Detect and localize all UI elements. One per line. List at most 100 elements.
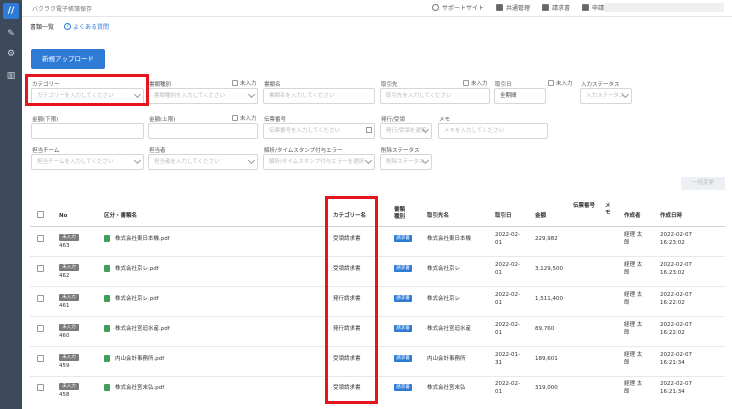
team-select[interactable]: 担当チームを入力してください xyxy=(31,154,144,170)
status-badge: 未入力 xyxy=(59,234,79,241)
doc-type-badge: 請求書 xyxy=(394,265,412,272)
doc-type-badge: 請求書 xyxy=(394,235,412,242)
row-checkbox[interactable] xyxy=(37,325,44,332)
pdf-file-icon xyxy=(104,384,110,391)
amount-cell: 3,129,500 xyxy=(535,266,563,272)
created-cell: 2022-02-07 16:21:34 xyxy=(660,381,692,395)
col-no[interactable]: No xyxy=(59,213,67,220)
trade-date-uninput-checkbox[interactable]: 未入力 xyxy=(548,79,573,87)
date-cell: 2022-02-01 xyxy=(495,322,520,336)
app-logo-icon[interactable]: // xyxy=(3,3,19,19)
trade-date-label: 取引日 xyxy=(495,82,512,88)
date-cell: 2022-02-01 xyxy=(495,232,520,246)
support-site-link[interactable]: サポートサイト xyxy=(432,3,484,12)
input-status-label: 入力ステータス xyxy=(581,82,620,88)
created-cell: 2022-02-07 16:23:02 xyxy=(660,232,692,246)
row-no: 461 xyxy=(59,303,70,309)
amount-uninput-checkbox[interactable]: 未入力 xyxy=(232,114,257,122)
timestamp-error-select[interactable]: 解析/タイムスタンプ付与エラーを選択 xyxy=(263,154,375,170)
file-name-link[interactable]: 株式会社京レ.pdf xyxy=(115,295,159,303)
amount-min-label: 金額(下限) xyxy=(32,117,59,123)
checkbox-icon xyxy=(548,80,554,86)
created-cell: 2022-02-07 16:22:02 xyxy=(660,322,692,336)
slip-no-input[interactable]: 伝票番号を入力してください xyxy=(263,123,375,139)
status-badge: 未入力 xyxy=(59,294,79,301)
col-doc-type[interactable]: 書類種別 xyxy=(394,207,408,221)
partner-cell: 株式会社東日本機 xyxy=(427,236,472,242)
team-label: 担当チーム xyxy=(32,148,60,154)
doc-type-select[interactable]: 書類種別を入力してください xyxy=(148,88,258,104)
partner-cell: 株式会社京レ xyxy=(427,266,461,272)
file-name-link[interactable]: 株式会社宮迫水産.pdf xyxy=(115,325,170,333)
partner-uninput-checkbox[interactable]: 未入力 xyxy=(463,79,488,87)
row-checkbox[interactable] xyxy=(37,355,44,362)
creator-cell: 経理 太郎 xyxy=(624,322,643,336)
file-name-link[interactable]: 内山会計事務所.pdf xyxy=(115,355,164,363)
doc-name-label: 書類名 xyxy=(264,82,281,88)
doc-name-input[interactable]: 書類名を入力してください xyxy=(263,88,375,104)
amount-max-input[interactable] xyxy=(148,123,258,139)
gear-icon[interactable]: ⚙ xyxy=(5,48,17,60)
invoice-link[interactable]: 請求書 xyxy=(542,3,570,12)
creator-cell: 経理 太郎 xyxy=(624,352,643,366)
timestamp-error-label: 解析/タイムスタンプ付与エラー xyxy=(264,148,343,154)
file-name-link[interactable]: 株式会社京レ.pdf xyxy=(115,265,159,273)
partner-input[interactable]: 取引先を入力してください xyxy=(380,88,490,104)
doc-type-uninput-checkbox[interactable]: 未入力 xyxy=(232,79,257,87)
user-menu[interactable] xyxy=(604,3,724,12)
pdf-file-icon xyxy=(104,325,110,332)
amount-min-input[interactable] xyxy=(31,123,144,139)
edit-icon[interactable]: ✎ xyxy=(5,28,17,40)
new-upload-button[interactable]: 新規アップロード xyxy=(31,49,105,69)
col-amount[interactable]: 金額 xyxy=(535,213,546,220)
partner-cell: 株式会社宮末弘 xyxy=(427,385,466,391)
doc-type-badge: 請求書 xyxy=(394,325,412,332)
checkbox-icon xyxy=(232,115,238,121)
application-link[interactable]: 申請 xyxy=(582,3,604,12)
help-circle-icon xyxy=(432,4,439,11)
row-checkbox[interactable] xyxy=(37,295,44,302)
select-all-checkbox[interactable] xyxy=(37,211,44,218)
row-no: 459 xyxy=(59,363,70,369)
row-checkbox[interactable] xyxy=(37,265,44,272)
date-cell: 2022-02-01 xyxy=(495,262,520,276)
col-slip[interactable]: 伝票番号 xyxy=(573,203,595,210)
file-name-link[interactable]: 株式会社東日本機.pdf xyxy=(115,235,170,243)
trade-date-select[interactable]: 全期間 xyxy=(494,88,546,104)
row-checkbox[interactable] xyxy=(37,384,44,391)
file-name-link[interactable]: 株式会社宮末弘.pdf xyxy=(115,384,164,392)
person-select[interactable]: 担当者を入力してください xyxy=(148,154,258,170)
checkbox-icon xyxy=(232,80,238,86)
creator-cell: 経理 太郎 xyxy=(624,381,643,395)
status-badge: 未入力 xyxy=(59,324,79,331)
memo-input[interactable]: メモを入力してください xyxy=(438,123,548,139)
col-memo[interactable]: メモ xyxy=(605,203,611,217)
bulk-edit-button[interactable]: 一括変更 xyxy=(681,177,725,190)
common-settings-link[interactable]: 共通管理 xyxy=(496,3,530,12)
application-icon xyxy=(582,4,590,11)
amount-max-label: 金額(上限) xyxy=(149,117,176,123)
col-date[interactable]: 取引日 xyxy=(495,213,512,220)
row-checkbox[interactable] xyxy=(37,235,44,242)
col-created[interactable]: 作成日時 xyxy=(660,213,682,220)
category-filter-highlight xyxy=(25,74,149,106)
amount-cell: 89,760 xyxy=(535,326,555,332)
calendar-icon[interactable] xyxy=(366,127,372,133)
slip-no-label: 伝票番号 xyxy=(264,117,287,123)
partner-cell: 内山会計事務所 xyxy=(427,356,466,362)
col-partner[interactable]: 取引先名 xyxy=(427,213,449,220)
status-badge: 未入力 xyxy=(59,264,79,271)
issuer-label: 発行/受領 xyxy=(381,117,405,123)
created-cell: 2022-02-07 16:23:02 xyxy=(660,262,692,276)
category-column-highlight xyxy=(325,196,378,404)
checkbox-icon xyxy=(463,80,469,86)
breadcrumb: 書類一覧 ? よくある質問 xyxy=(30,22,109,31)
col-creator[interactable]: 作成者 xyxy=(624,213,641,220)
app-title: バクラク電子帳簿保存 xyxy=(32,6,93,13)
amount-cell: 1,511,400 xyxy=(535,296,563,302)
chart-icon[interactable]: ▥ xyxy=(5,70,17,82)
memo-label: メモ xyxy=(439,117,451,123)
faq-link[interactable]: ? よくある質問 xyxy=(64,22,109,31)
status-badge: 未入力 xyxy=(59,383,79,390)
col-name[interactable]: 区分・書類名 xyxy=(104,213,137,220)
